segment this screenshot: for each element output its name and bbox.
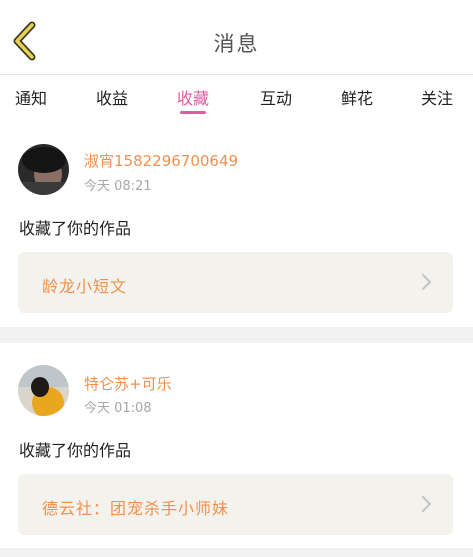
chevron-right-icon: [422, 496, 431, 512]
active-tab-indicator: [180, 111, 206, 114]
message-time: 今天 01:08: [84, 401, 152, 416]
action-text: 收藏了你的作品: [19, 441, 132, 460]
tab-bar: 通知 收益 收藏 互动 鲜花 关注: [0, 75, 473, 125]
tab-interactions[interactable]: 互动: [260, 85, 292, 109]
user-name[interactable]: 淑宵1582296700649: [84, 150, 238, 171]
chevron-right-icon: [422, 274, 431, 290]
tab-earnings[interactable]: 收益: [96, 85, 128, 109]
work-link[interactable]: 德云社：团宠杀手小师妹: [18, 474, 453, 535]
user-name[interactable]: 特仑苏+可乐: [84, 373, 172, 394]
message-time: 今天 08:21: [84, 179, 152, 194]
tab-favorites[interactable]: 收藏: [177, 85, 209, 109]
work-title: 德云社：团宠杀手小师妹: [42, 499, 230, 518]
message-card: 淑宵1582296700649 今天 08:21 收藏了你的作品 龄龙小短文: [0, 125, 473, 327]
message-card: 特仑苏+可乐 今天 01:08 收藏了你的作品 德云社：团宠杀手小师妹: [0, 343, 473, 548]
header: 消息: [0, 0, 473, 75]
page-title: 消息: [213, 32, 260, 56]
work-title: 龄龙小短文: [42, 277, 128, 296]
tab-notifications[interactable]: 通知: [15, 85, 47, 109]
avatar[interactable]: [18, 365, 69, 416]
avatar[interactable]: [18, 144, 69, 195]
tab-follows[interactable]: 关注: [421, 85, 453, 109]
work-link[interactable]: 龄龙小短文: [18, 252, 453, 313]
action-text: 收藏了你的作品: [19, 219, 132, 238]
tab-flowers[interactable]: 鲜花: [341, 85, 373, 109]
